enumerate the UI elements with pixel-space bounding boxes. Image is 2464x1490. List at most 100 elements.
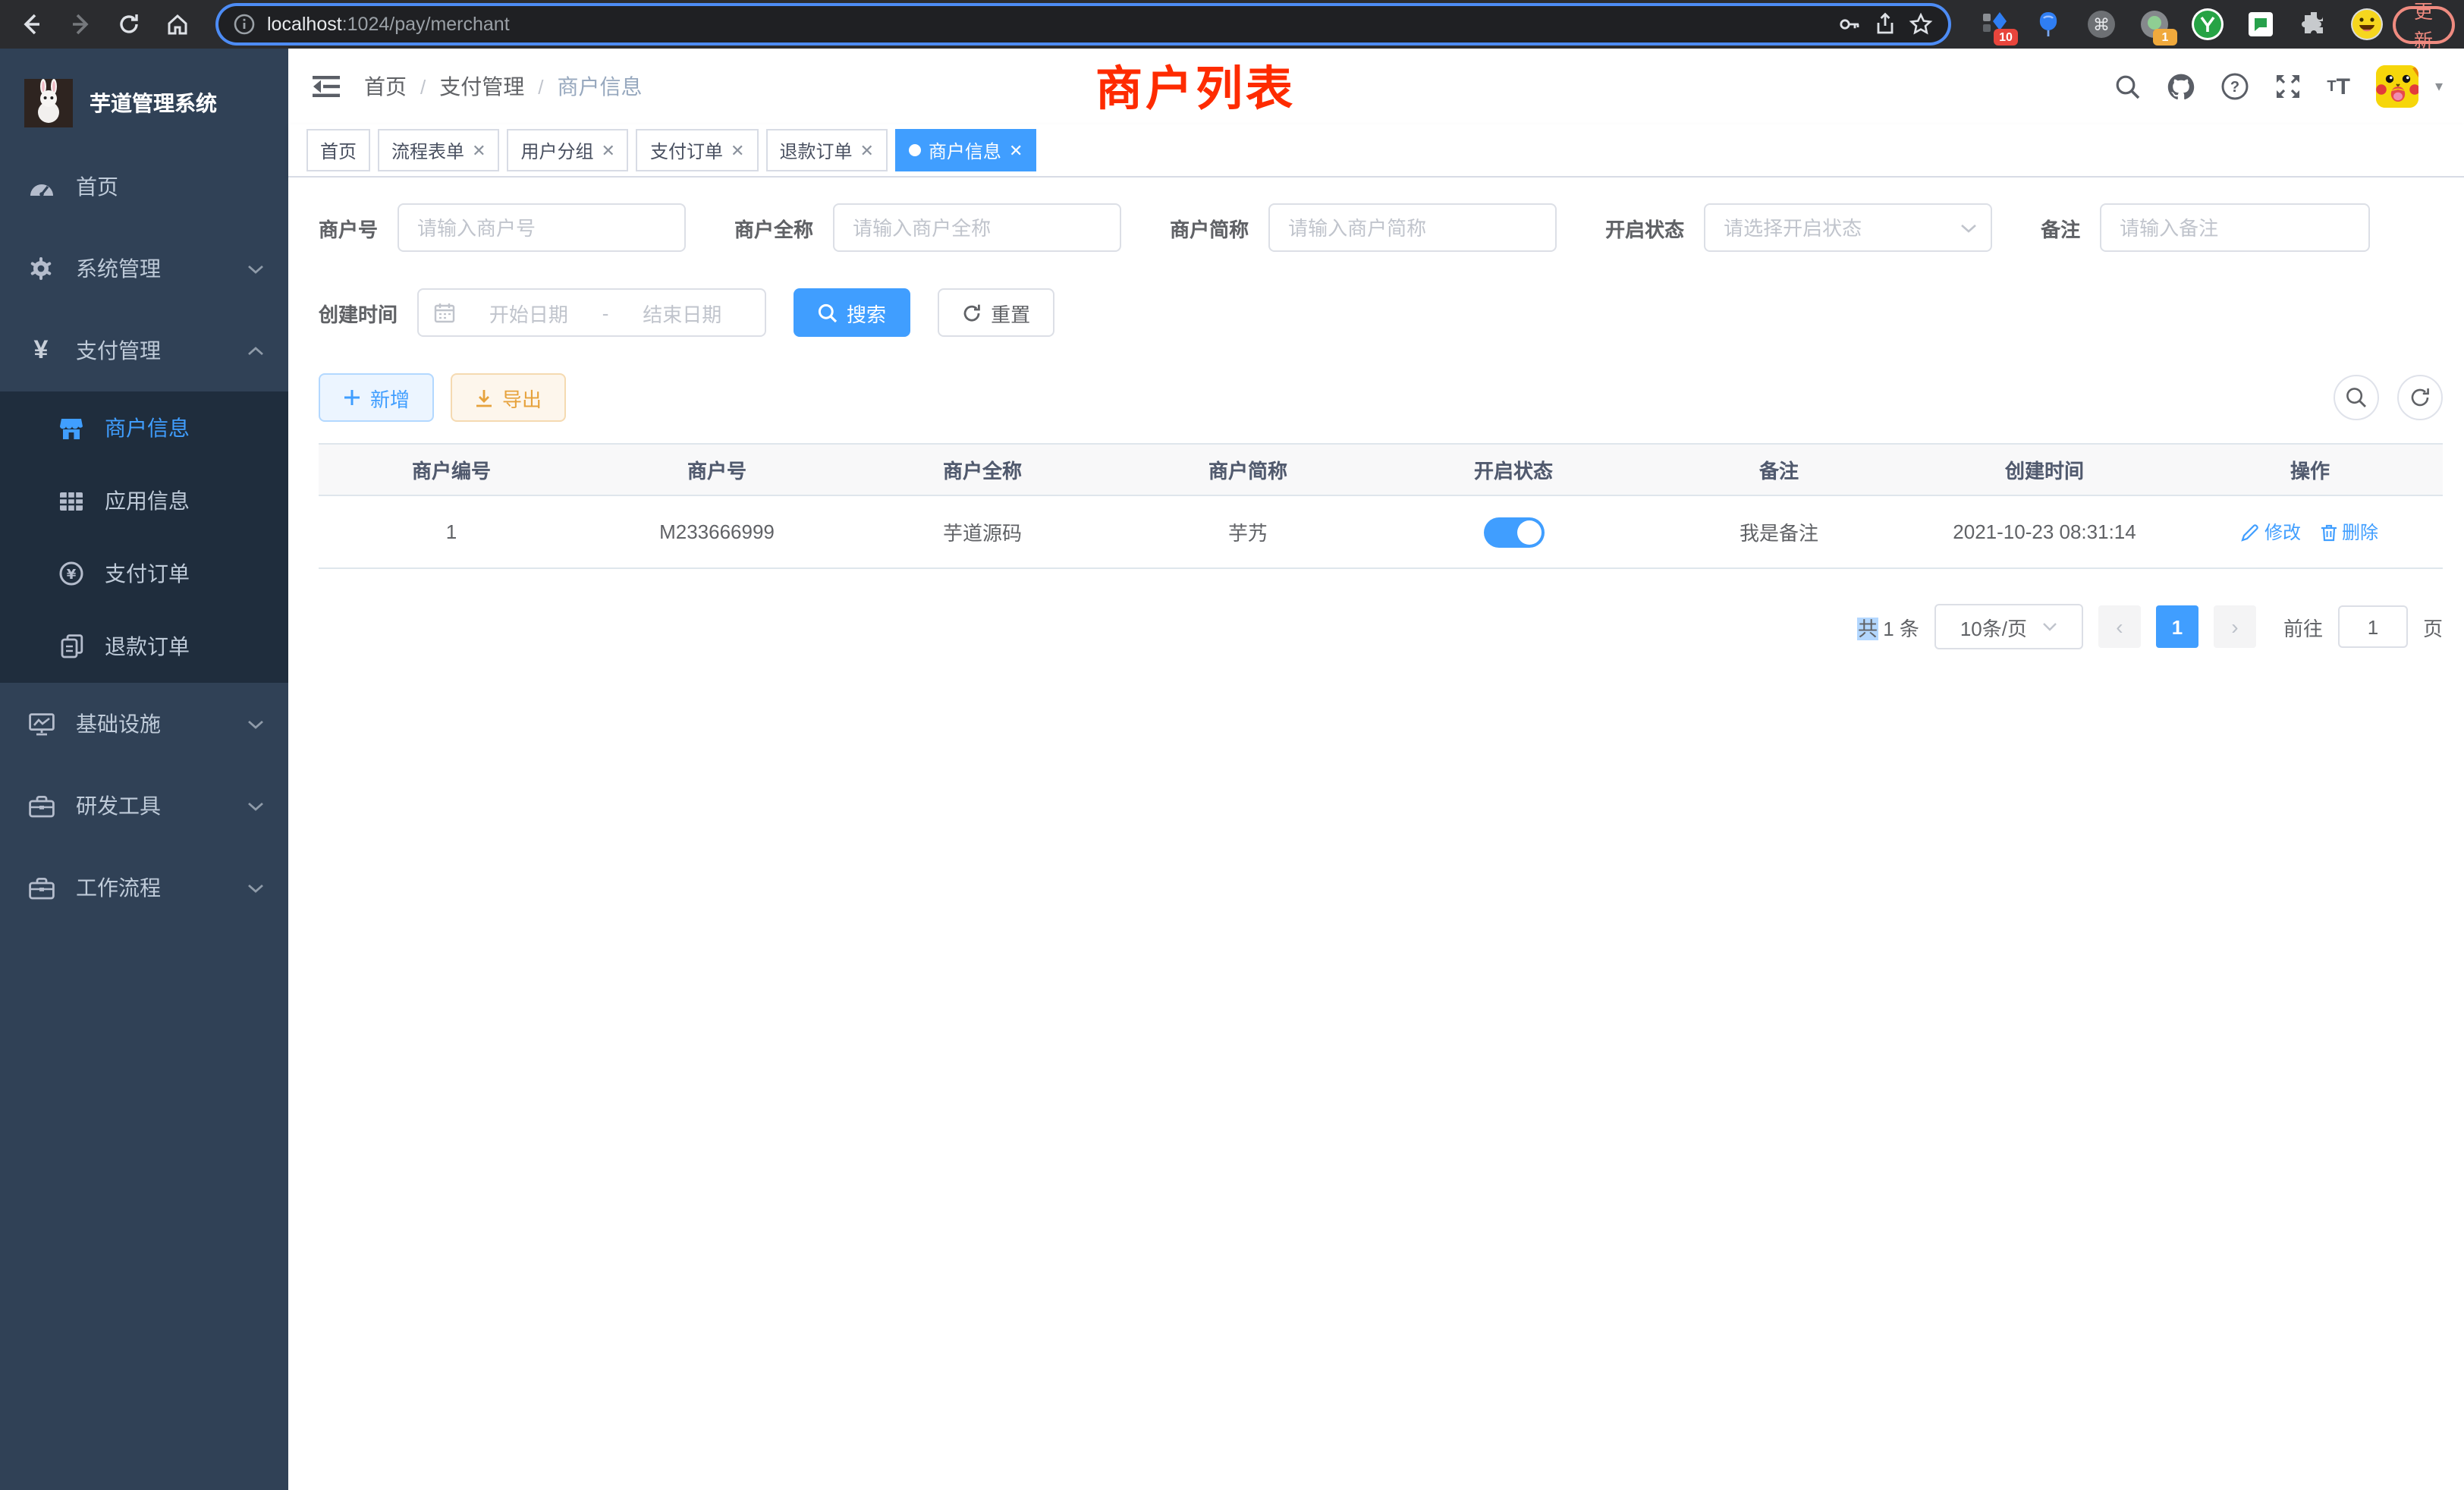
sidebar-item-refund-order[interactable]: 退款订单 — [0, 610, 288, 683]
tab-pay-order[interactable]: 支付订单 ✕ — [636, 129, 758, 171]
prev-page-button[interactable]: ‹ — [2098, 605, 2141, 648]
extension-icon-green-y[interactable] — [2191, 8, 2224, 41]
reload-icon[interactable] — [109, 5, 149, 44]
page-size-value: 10条/页 — [1960, 612, 2027, 641]
profile-avatar[interactable] — [2350, 8, 2384, 41]
sidebar-item-system[interactable]: 系统管理 — [0, 228, 288, 310]
total-rest: 1 条 — [1883, 617, 1919, 640]
breadcrumb-home[interactable]: 首页 — [364, 71, 407, 102]
sidebar-item-label: 研发工具 — [76, 791, 226, 821]
extensions-area: 10 ⌘ 1 — [1978, 8, 2384, 41]
sidebar-item-label: 系统管理 — [76, 253, 226, 284]
reset-button[interactable]: 重置 — [938, 288, 1054, 337]
sidebar-item-infrastructure[interactable]: 基础设施 — [0, 683, 288, 765]
add-button-label: 新增 — [370, 383, 410, 412]
user-avatar[interactable] — [2376, 65, 2418, 108]
cell-remark: 我是备注 — [1646, 496, 1912, 569]
search-button[interactable]: 搜索 — [794, 288, 910, 337]
breadcrumb-pay[interactable]: 支付管理 — [439, 71, 524, 102]
status-toggle[interactable] — [1483, 517, 1544, 547]
extension-icon-kite[interactable] — [2032, 8, 2065, 41]
close-icon[interactable]: ✕ — [860, 140, 873, 160]
create-time-range-picker[interactable]: 开始日期 - 结束日期 — [417, 288, 766, 337]
main-content: 首页 / 支付管理 / 商户信息 ? — [288, 49, 2464, 1490]
site-info-icon[interactable] — [234, 14, 255, 35]
sidebar-item-merchant-info[interactable]: 商户信息 — [0, 391, 288, 464]
sidebar-item-pay-order[interactable]: ¥ 支付订单 — [0, 537, 288, 610]
extension-icon-command[interactable]: ⌘ — [2085, 8, 2118, 41]
delete-button[interactable]: 删除 — [2319, 519, 2378, 545]
remark-input[interactable] — [2100, 203, 2370, 252]
dashboard-icon — [27, 175, 55, 198]
sidebar-toggle-icon[interactable] — [310, 70, 343, 103]
edit-button[interactable]: 修改 — [2242, 519, 2301, 545]
tab-refund-order[interactable]: 退款订单 ✕ — [765, 129, 887, 171]
tab-label: 用户分组 — [521, 137, 594, 163]
address-bar[interactable]: localhost:1024/pay/merchant — [218, 6, 1948, 42]
search-icon[interactable] — [2114, 74, 2140, 99]
sidebar-item-app-info[interactable]: 应用信息 — [0, 464, 288, 537]
tab-home[interactable]: 首页 — [306, 129, 370, 171]
sidebar-item-dev-tools[interactable]: 研发工具 — [0, 765, 288, 847]
font-size-small-glyph: T — [2327, 78, 2336, 95]
grid-icon — [58, 491, 85, 511]
extension-icon-tasks[interactable]: 10 — [1978, 8, 2012, 41]
cell-short-name: 芋艿 — [1115, 496, 1381, 569]
home-icon[interactable] — [158, 5, 197, 44]
page-1-button[interactable]: 1 — [2156, 605, 2198, 648]
page-size-select[interactable]: 10条/页 — [1934, 604, 2083, 649]
column-header: 商户全称 — [850, 445, 1115, 496]
sidebar-item-label: 基础设施 — [76, 709, 226, 739]
status-select[interactable] — [1704, 203, 1992, 252]
full-name-input[interactable] — [833, 203, 1121, 252]
github-icon[interactable] — [2166, 73, 2195, 100]
close-icon[interactable]: ✕ — [1009, 140, 1023, 160]
share-icon[interactable] — [1874, 12, 1897, 36]
forward-icon[interactable] — [61, 5, 100, 44]
svg-text:⌘: ⌘ — [2093, 16, 2110, 35]
sidebar-item-workflow[interactable]: 工作流程 — [0, 847, 288, 929]
short-name-input[interactable] — [1268, 203, 1557, 252]
export-button[interactable]: 导出 — [451, 373, 566, 422]
tab-process-form[interactable]: 流程表单 ✕ — [378, 129, 499, 171]
bookmark-star-icon[interactable] — [1909, 12, 1933, 36]
caret-down-icon[interactable]: ▾ — [2435, 78, 2443, 95]
merchant-table: 商户编号 商户号 商户全称 商户简称 开启状态 备注 创建时间 操作 1 M23… — [319, 443, 2443, 569]
fullscreen-icon[interactable] — [2274, 73, 2301, 100]
back-icon[interactable] — [12, 5, 52, 44]
font-size-icon[interactable]: TT — [2327, 74, 2350, 99]
extension-icon-recorder[interactable]: 1 — [2138, 8, 2171, 41]
end-date-placeholder: 结束日期 — [614, 298, 750, 327]
cell-actions: 修改 删除 — [2177, 496, 2443, 569]
goto-page-input[interactable] — [2338, 605, 2408, 648]
tab-label: 商户信息 — [929, 137, 1001, 163]
next-page-button[interactable]: › — [2214, 605, 2256, 648]
active-tab-dot — [909, 144, 921, 156]
tab-user-group[interactable]: 用户分组 ✕ — [508, 129, 629, 171]
close-icon[interactable]: ✕ — [602, 140, 615, 160]
monitor-icon — [27, 712, 55, 735]
total-count: 共 1 条 — [1858, 612, 1919, 641]
sidebar-item-pay[interactable]: ¥ 支付管理 — [0, 310, 288, 391]
add-button[interactable]: 新增 — [319, 373, 434, 422]
help-icon[interactable]: ? — [2220, 73, 2248, 100]
refresh-table-button[interactable] — [2397, 375, 2443, 420]
update-button[interactable]: 更新 — [2393, 5, 2454, 43]
svg-text:?: ? — [2230, 79, 2239, 96]
puzzle-extensions-icon[interactable] — [2297, 8, 2330, 41]
merchant-no-input[interactable] — [398, 203, 686, 252]
sidebar-item-home[interactable]: 首页 — [0, 146, 288, 228]
toggle-knob — [1516, 520, 1541, 544]
edit-label: 修改 — [2264, 519, 2301, 545]
close-icon[interactable]: ✕ — [472, 140, 486, 160]
extension-icon-chat[interactable] — [2244, 8, 2277, 41]
tab-merchant-info[interactable]: 商户信息 ✕ — [895, 129, 1036, 171]
toggle-search-button[interactable] — [2334, 375, 2379, 420]
merchant-page: 商户号 商户全称 商户简称 开启状态 — [288, 178, 2464, 1490]
close-icon[interactable]: ✕ — [731, 140, 744, 160]
password-key-icon[interactable] — [1837, 12, 1862, 36]
column-header: 商户号 — [584, 445, 850, 496]
gear-icon — [27, 256, 55, 281]
briefcase-icon — [27, 876, 55, 899]
tags-view-bar: 首页 流程表单 ✕ 用户分组 ✕ 支付订单 ✕ 退款订单 ✕ — [288, 124, 2464, 178]
